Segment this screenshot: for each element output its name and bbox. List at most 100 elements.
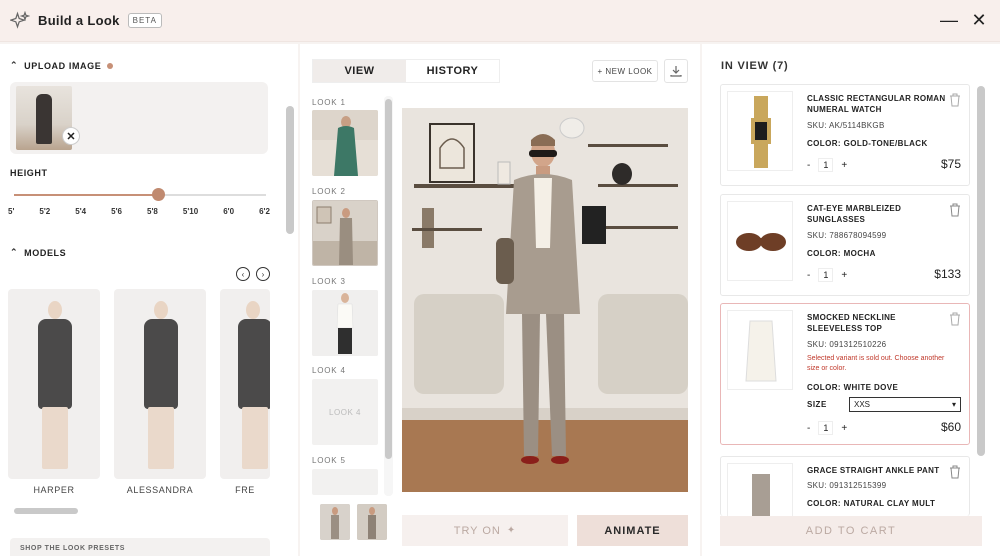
look-1-thumbnail[interactable] xyxy=(312,110,378,176)
product-sku: SKU: 091312515399 xyxy=(807,481,887,490)
product-image[interactable] xyxy=(727,91,793,171)
trash-icon[interactable] xyxy=(949,465,961,479)
dropdown-arrow-icon: ▾ xyxy=(951,400,956,409)
increment-button[interactable]: + xyxy=(841,160,847,171)
decrement-button[interactable]: - xyxy=(807,423,810,434)
size-label: SIZE xyxy=(807,400,827,409)
product-image[interactable] xyxy=(727,310,793,390)
height-tick: 5'6 xyxy=(111,207,122,216)
tab-view[interactable]: VIEW xyxy=(313,60,406,82)
model-card-harper[interactable] xyxy=(8,289,100,479)
close-button[interactable]: ✕ xyxy=(970,9,988,30)
height-tick: 6'0 xyxy=(223,207,235,216)
height-tick: 5' xyxy=(8,207,15,216)
look-2-image xyxy=(313,201,377,265)
height-tick: 6'2 xyxy=(259,207,270,216)
increment-button[interactable]: + xyxy=(841,270,847,281)
model-card-alessandra[interactable] xyxy=(114,289,206,479)
trash-icon[interactable] xyxy=(949,312,961,326)
look-label: LOOK 1 xyxy=(312,98,346,107)
looks-scrollbar[interactable] xyxy=(385,99,392,459)
height-tick: 5'2 xyxy=(39,207,51,216)
minimize-icon: — xyxy=(940,9,958,30)
look-3-thumbnail[interactable] xyxy=(312,290,378,356)
height-tick: 5'4 xyxy=(75,207,87,216)
new-look-button[interactable]: + NEW LOOK xyxy=(592,60,658,82)
try-on-label: TRY ON xyxy=(453,524,501,537)
product-image[interactable] xyxy=(727,201,793,281)
cart-item-watch: CLASSIC RECTANGULAR ROMAN NUMERAL WATCH … xyxy=(720,84,970,186)
decrement-button[interactable]: - xyxy=(807,160,810,171)
models-title: MODELS xyxy=(24,247,67,258)
product-image[interactable] xyxy=(727,463,793,516)
pant-image xyxy=(752,474,770,516)
minimize-button[interactable]: — xyxy=(940,9,958,30)
height-slider-fill xyxy=(14,194,158,196)
uploaded-image-figure xyxy=(36,94,52,144)
model-legs xyxy=(148,407,174,469)
look-label: LOOK 2 xyxy=(312,187,346,196)
download-button[interactable] xyxy=(664,59,688,83)
height-slider-thumb[interactable] xyxy=(151,188,165,201)
look-5-thumbnail[interactable] xyxy=(312,469,378,495)
quantity-value[interactable]: 1 xyxy=(818,268,834,282)
look-2-thumbnail[interactable] xyxy=(312,200,378,266)
watch-image xyxy=(751,96,771,168)
trash-icon[interactable] xyxy=(949,203,961,217)
model-head xyxy=(48,301,62,319)
main-look-image[interactable] xyxy=(402,108,688,492)
model-legs xyxy=(242,407,268,469)
sparkle-icon: ✦ xyxy=(506,525,517,536)
look-3-image xyxy=(312,290,378,356)
product-name: CAT-EYE MARBLEIZED SUNGLASSES xyxy=(807,204,902,224)
history-mini-thumbnail[interactable] xyxy=(320,504,350,540)
models-horizontal-scrollbar[interactable] xyxy=(14,508,78,514)
animate-button[interactable]: ANIMATE xyxy=(577,515,688,546)
upload-dropzone[interactable]: ✕ xyxy=(10,82,268,154)
try-on-button[interactable]: TRY ON ✦ xyxy=(402,515,568,546)
trash-icon[interactable] xyxy=(949,93,961,107)
quantity-value[interactable]: 1 xyxy=(818,158,834,172)
remove-image-button[interactable]: ✕ xyxy=(62,127,80,145)
size-select[interactable]: XXS ▾ xyxy=(849,397,961,412)
models-prev-button[interactable]: ‹ xyxy=(236,267,250,281)
history-mini-image xyxy=(320,504,350,540)
product-name: SMOCKED NECKLINE SLEEVELESS TOP xyxy=(807,313,896,333)
model-head xyxy=(154,301,168,319)
increment-button[interactable]: + xyxy=(841,423,847,434)
look-4-placeholder[interactable]: LOOK 4 xyxy=(312,379,378,445)
product-price: $75 xyxy=(940,157,961,171)
left-panel-scrollbar[interactable] xyxy=(286,106,294,234)
product-price: $133 xyxy=(934,267,961,281)
product-color: COLOR: GOLD-TONE/BLACK xyxy=(807,139,928,148)
right-panel: IN VIEW (7) CLASSIC RECTANGULAR ROMAN NU… xyxy=(702,44,1000,556)
beta-badge: BETA xyxy=(127,13,162,28)
product-name: CLASSIC RECTANGULAR ROMAN NUMERAL WATCH xyxy=(807,94,946,114)
models-header[interactable]: ⌃ MODELS xyxy=(10,247,66,258)
history-mini-thumbnail[interactable] xyxy=(357,504,387,540)
height-title-text: HEIGHT xyxy=(10,168,48,178)
add-to-cart-button[interactable]: ADD TO CART xyxy=(720,516,982,546)
cart-scrollbar[interactable] xyxy=(977,86,985,456)
upload-image-header[interactable]: ⌃ UPLOAD IMAGE xyxy=(10,60,114,71)
chevron-right-icon: › xyxy=(261,269,265,279)
shop-the-look-presets[interactable]: SHOP THE LOOK PRESETS xyxy=(10,538,270,556)
height-slider-track[interactable] xyxy=(14,194,266,196)
top-image xyxy=(745,320,777,382)
quantity-value[interactable]: 1 xyxy=(818,421,834,435)
view-history-tabs: VIEW HISTORY xyxy=(312,59,500,83)
quantity-stepper: - 1 + xyxy=(807,268,847,282)
app-header: Build a Look BETA — ✕ xyxy=(0,0,1000,42)
product-name: GRACE STRAIGHT ANKLE PANT xyxy=(807,466,940,475)
cart-item-top: SMOCKED NECKLINE SLEEVELESS TOP SKU: 091… xyxy=(720,303,970,445)
model-card-partial[interactable] xyxy=(220,289,270,479)
product-color: COLOR: NATURAL CLAY MULT xyxy=(807,499,936,508)
size-selected-value: XXS xyxy=(854,400,871,409)
decrement-button[interactable]: - xyxy=(807,270,810,281)
left-panel: ⌃ UPLOAD IMAGE ✕ HEIGHT 5' 5'2 5'4 5'6 5… xyxy=(0,44,298,556)
sold-out-error: Selected variant is sold out. Choose ano… xyxy=(807,355,945,372)
close-icon: ✕ xyxy=(971,9,987,30)
models-next-button[interactable]: › xyxy=(256,267,270,281)
tab-history[interactable]: HISTORY xyxy=(406,60,499,82)
chevron-up-icon: ⌃ xyxy=(10,60,19,70)
